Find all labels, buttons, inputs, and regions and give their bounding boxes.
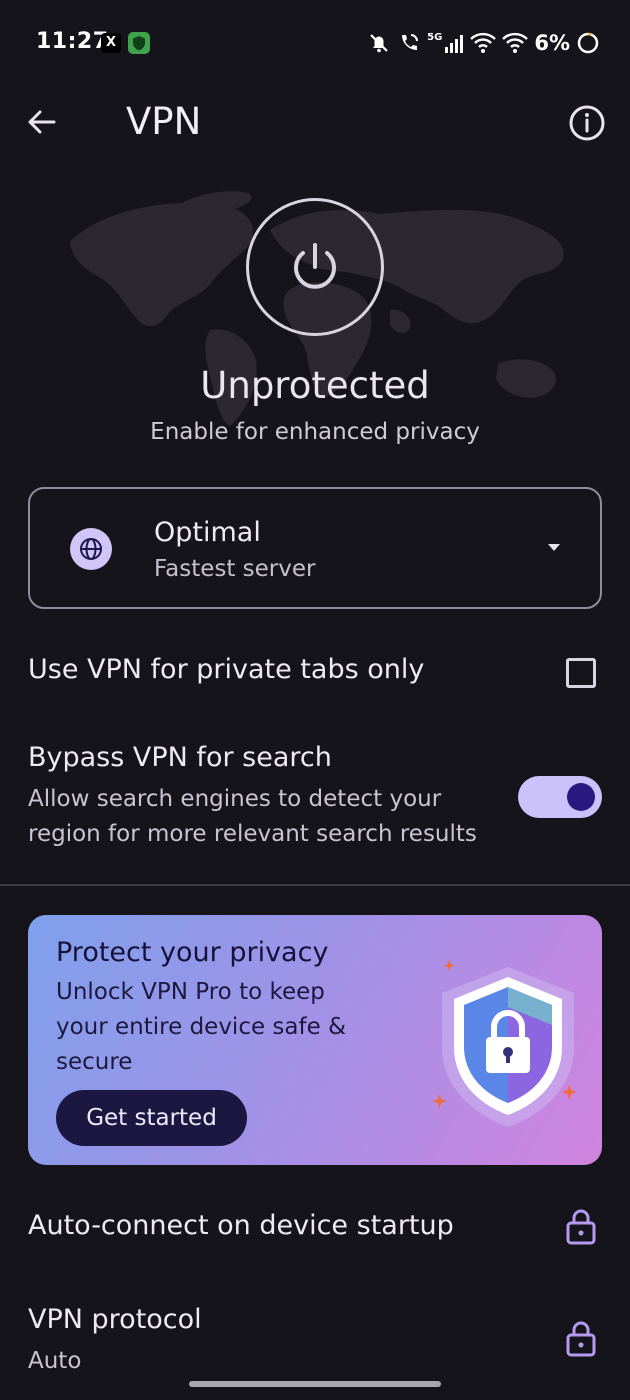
- arrow-left-icon[interactable]: [24, 104, 60, 140]
- power-button[interactable]: [246, 198, 384, 336]
- info-circle-icon[interactable]: [568, 104, 606, 142]
- globe-icon: [70, 528, 112, 570]
- vpn-app-icon: [128, 32, 150, 54]
- promo-card: Protect your privacy Unlock VPN Pro to k…: [28, 915, 602, 1165]
- bypass-search-toggle[interactable]: [518, 776, 602, 818]
- server-name: Optimal: [154, 517, 261, 548]
- vpn-protocol-label[interactable]: VPN protocol: [28, 1304, 202, 1335]
- private-tabs-checkbox[interactable]: [566, 658, 596, 688]
- bypass-search-label: Bypass VPN for search: [28, 742, 332, 773]
- server-description: Fastest server: [154, 556, 316, 582]
- protection-subtitle: Enable for enhanced privacy: [150, 419, 480, 445]
- wifi-icon: [470, 32, 497, 53]
- app-bar: VPN: [0, 86, 630, 166]
- auto-connect-label[interactable]: Auto-connect on device startup: [28, 1210, 454, 1241]
- status-bar: 11:27 X 5G 6%: [0, 0, 630, 86]
- lock-icon: [566, 1321, 596, 1357]
- wifi-icon-2: [502, 32, 529, 53]
- wifi-call-icon: [402, 34, 419, 50]
- cell-signal-icon: [445, 35, 464, 53]
- vpn-protocol-value: Auto: [28, 1348, 82, 1374]
- power-icon: [294, 243, 336, 289]
- x-app-icon: X: [101, 33, 121, 53]
- protection-status: Unprotected: [200, 364, 430, 407]
- status-time: 11:27: [36, 29, 109, 54]
- shield-lock-icon: [432, 960, 577, 1127]
- get-started-button[interactable]: Get started: [56, 1090, 247, 1146]
- gesture-home-bar[interactable]: [189, 1381, 441, 1387]
- toggle-knob: [567, 783, 595, 811]
- divider: [0, 884, 630, 886]
- battery-ring-icon: [577, 32, 599, 54]
- promo-text: Unlock VPN Pro to keep your entire devic…: [56, 979, 347, 1075]
- vpn-screen: 11:27 X 5G 6% VPN Unprotected Enable for…: [0, 0, 630, 1400]
- lock-icon: [566, 1209, 596, 1245]
- page-title: VPN: [126, 100, 202, 143]
- network-type-label: 5G: [427, 31, 443, 43]
- private-tabs-label: Use VPN for private tabs only: [28, 654, 425, 685]
- status-icons: 5G 6%: [367, 26, 600, 60]
- bypass-search-description: Allow search engines to detect your regi…: [28, 786, 477, 847]
- dropdown-caret-icon: [548, 544, 560, 551]
- battery-percent: 6%: [534, 31, 570, 55]
- server-selector[interactable]: Optimal Fastest server: [28, 487, 602, 609]
- mute-bell-icon: [370, 34, 388, 53]
- promo-title: Protect your privacy: [56, 937, 329, 968]
